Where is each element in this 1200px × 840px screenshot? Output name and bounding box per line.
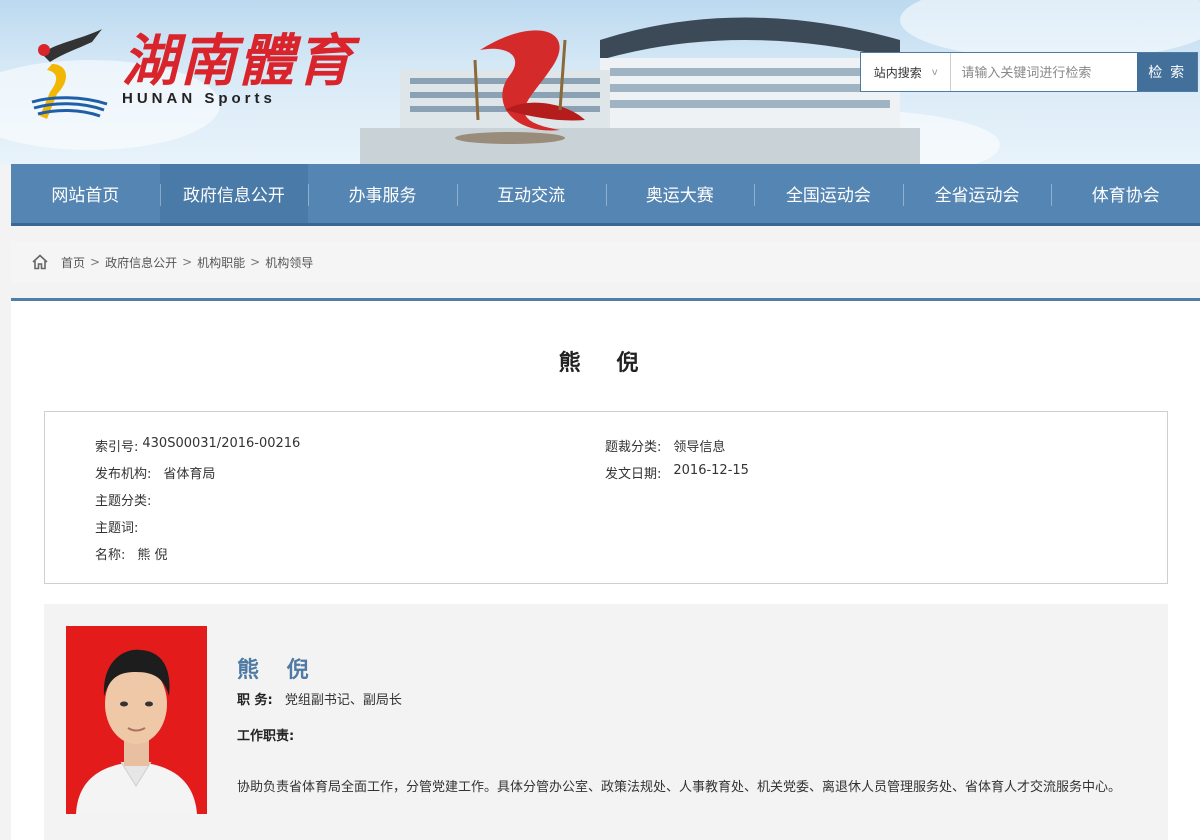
genre-value: 领导信息 (673, 440, 726, 455)
duties-label: 工作职责: (237, 729, 295, 744)
nav-item-gov-info[interactable]: 政府信息公开 (159, 164, 309, 223)
nav-item-provincial-games[interactable]: 全省运动会 (902, 164, 1052, 223)
logo-text-cn: 湖南體育 (122, 28, 354, 94)
nav-item-home[interactable]: 网站首页 (11, 164, 160, 223)
index-number-value: 430S00031/2016-00216 (142, 436, 301, 451)
breadcrumb-home[interactable]: 首页 (61, 254, 85, 271)
position-line: 职 务: 党组副书记、副局长 (237, 689, 402, 708)
search-scope-label: 站内搜索 (873, 65, 922, 80)
chevron-down-icon: v (931, 66, 938, 78)
nav-item-services[interactable]: 办事服务 (308, 164, 457, 223)
duties-line: 工作职责: (237, 725, 294, 744)
keywords-label: 主题词: (95, 521, 139, 536)
logo-text-en: HUNAN Sports (122, 90, 276, 107)
breadcrumb: 首页 > 政府信息公开 > 机构职能 > 机构领导 (11, 241, 1200, 283)
position-label: 职 务: (237, 693, 273, 708)
search-input[interactable] (951, 53, 1138, 91)
cloud-decoration (900, 0, 1200, 60)
breadcrumb-leaders[interactable]: 机构领导 (265, 254, 313, 271)
breadcrumb-separator: > (250, 255, 261, 269)
index-number-label: 索引号: (95, 440, 139, 455)
topic-category-label: 主题分类: (95, 494, 152, 509)
publish-date-value: 2016-12-15 (673, 463, 749, 478)
breadcrumb-gov-info[interactable]: 政府信息公开 (105, 254, 177, 271)
page-title: 熊 倪 (558, 351, 653, 376)
publisher-value: 省体育局 (163, 467, 216, 482)
name-label: 名称: (95, 548, 126, 563)
breadcrumb-separator: > (182, 255, 193, 269)
leader-name: 熊 倪 (237, 658, 319, 683)
site-search: 站内搜索 v 检 索 (860, 52, 1198, 92)
leader-photo (66, 626, 207, 814)
metadata-box: 索引号: 430S00031/2016-00216 题裁分类: 领导信息 发布机… (44, 411, 1168, 584)
publish-date-label: 发文日期: (605, 467, 662, 482)
stadium-illustration (360, 17, 920, 165)
home-icon[interactable] (31, 253, 49, 271)
portrait-image (66, 626, 207, 814)
site-logo[interactable]: 湖南體育 HUNAN Sports (22, 14, 352, 124)
search-button[interactable]: 检 索 (1137, 53, 1197, 91)
nav-item-associations[interactable]: 体育协会 (1051, 164, 1200, 223)
duties-description: 协助负责省体育局全面工作，分管党建工作。具体分管办公室、政策法规处、人事教育处、… (237, 780, 1122, 795)
main-content: 熊 倪 索引号: 430S00031/2016-00216 题裁分类: 领导信息… (11, 298, 1200, 840)
search-scope-select[interactable]: 站内搜索 v (861, 53, 952, 91)
name-value: 熊 倪 (137, 548, 168, 563)
site-banner: 湖南體育 HUNAN Sports 站内搜索 v 检 索 (0, 0, 1200, 165)
genre-label: 题裁分类: (605, 440, 662, 455)
nav-item-interaction[interactable]: 互动交流 (456, 164, 606, 223)
nav-item-olympics[interactable]: 奥运大赛 (605, 164, 755, 223)
nav-item-national-games[interactable]: 全国运动会 (754, 164, 903, 223)
main-nav: 网站首页 政府信息公开 办事服务 互动交流 奥运大赛 全国运动会 全省运动会 体… (11, 164, 1200, 226)
position-value: 党组副书记、副局长 (284, 693, 402, 708)
breadcrumb-functions[interactable]: 机构职能 (197, 254, 245, 271)
breadcrumb-separator: > (90, 255, 101, 269)
publisher-label: 发布机构: (95, 467, 152, 482)
logo-emblem-icon (31, 29, 108, 119)
leader-profile: 熊 倪 职 务: 党组副书记、副局长 工作职责: 协助负责省体育局全面工作，分管… (44, 604, 1168, 840)
